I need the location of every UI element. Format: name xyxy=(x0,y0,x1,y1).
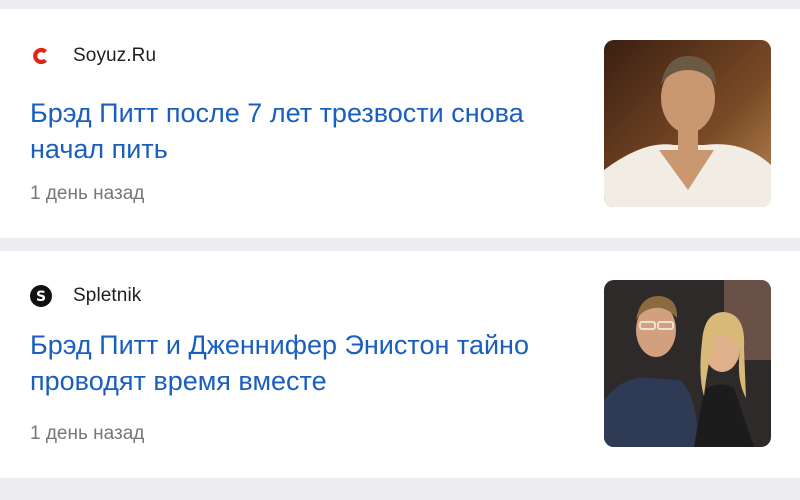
timestamp: 1 день назад xyxy=(30,183,145,204)
news-feed: Soyuz.Ru Брэд Питт после 7 лет трезвости… xyxy=(0,0,800,500)
spletnik-logo-icon: S xyxy=(30,285,52,307)
source-name[interactable]: Soyuz.Ru xyxy=(73,45,156,67)
thumbnail-image[interactable] xyxy=(604,40,771,207)
source-row: S Spletnik xyxy=(30,283,141,309)
source-name[interactable]: Spletnik xyxy=(73,285,141,307)
headline-link[interactable]: Брэд Питт и Дженнифер Энистон тайно пров… xyxy=(30,327,585,399)
svg-text:S: S xyxy=(36,289,46,305)
timestamp: 1 день назад xyxy=(30,423,145,444)
news-card[interactable]: S Spletnik Брэд Питт и Дженнифер Энистон… xyxy=(0,251,800,478)
headline-link[interactable]: Брэд Питт после 7 лет трезвости снова на… xyxy=(30,95,585,167)
source-row: Soyuz.Ru xyxy=(30,43,156,69)
thumbnail-image[interactable] xyxy=(604,280,771,447)
news-card[interactable]: Soyuz.Ru Брэд Питт после 7 лет трезвости… xyxy=(0,9,800,238)
soyuz-logo-icon xyxy=(30,45,52,67)
